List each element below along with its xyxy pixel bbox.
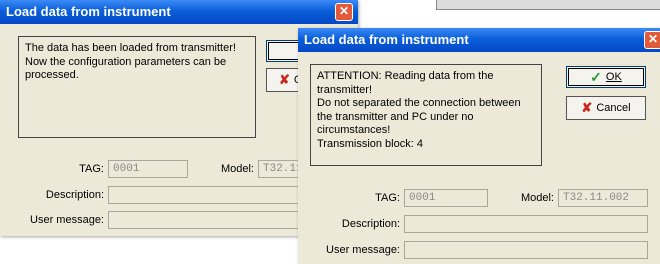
- front-dialog-user-message-label: User message:: [326, 244, 400, 256]
- front-dialog: Load data from instrument ✕ ATTENTION: R…: [298, 28, 660, 264]
- back-dialog-tag-field[interactable]: 0001: [108, 160, 188, 178]
- front-dialog-model-label: Model:: [520, 192, 554, 204]
- back-dialog-message: The data has been loaded from transmitte…: [18, 36, 256, 138]
- back-dialog-description-label: Description:: [45, 189, 104, 201]
- front-dialog-cancel-button[interactable]: ✘ Cancel: [566, 96, 646, 120]
- back-dialog-model-label: Model:: [220, 163, 254, 175]
- background-window-edge: [436, 0, 660, 10]
- back-dialog-user-message-label: User message:: [30, 214, 104, 226]
- front-dialog-title: Load data from instrument: [298, 28, 660, 52]
- front-dialog-message: ATTENTION: Reading data from the transmi…: [310, 64, 542, 166]
- cross-icon: ✘: [279, 72, 290, 87]
- front-dialog-cancel-label: Cancel: [596, 102, 631, 114]
- front-dialog-model-field[interactable]: T32.11.002: [558, 189, 648, 207]
- back-dialog-tag-label: TAG:: [79, 163, 104, 175]
- front-dialog-description-field[interactable]: [404, 215, 648, 233]
- front-dialog-ok-label: OK: [605, 71, 622, 83]
- front-dialog-tag-label: TAG:: [375, 192, 400, 204]
- front-dialog-tag-field[interactable]: 0001: [404, 189, 488, 207]
- cross-icon: ✘: [581, 100, 593, 115]
- front-dialog-ok-button[interactable]: ✓ OK: [566, 66, 646, 88]
- back-dialog-close-button[interactable]: ✕: [335, 3, 353, 21]
- back-dialog-description-field[interactable]: [108, 186, 308, 204]
- front-dialog-user-message-field[interactable]: [404, 241, 648, 259]
- front-dialog-description-label: Description:: [341, 218, 400, 230]
- back-dialog-user-message-field[interactable]: [108, 211, 308, 229]
- front-dialog-close-button[interactable]: ✕: [644, 31, 660, 49]
- back-dialog-title: Load data from instrument: [0, 0, 358, 24]
- check-icon: ✓: [590, 68, 602, 85]
